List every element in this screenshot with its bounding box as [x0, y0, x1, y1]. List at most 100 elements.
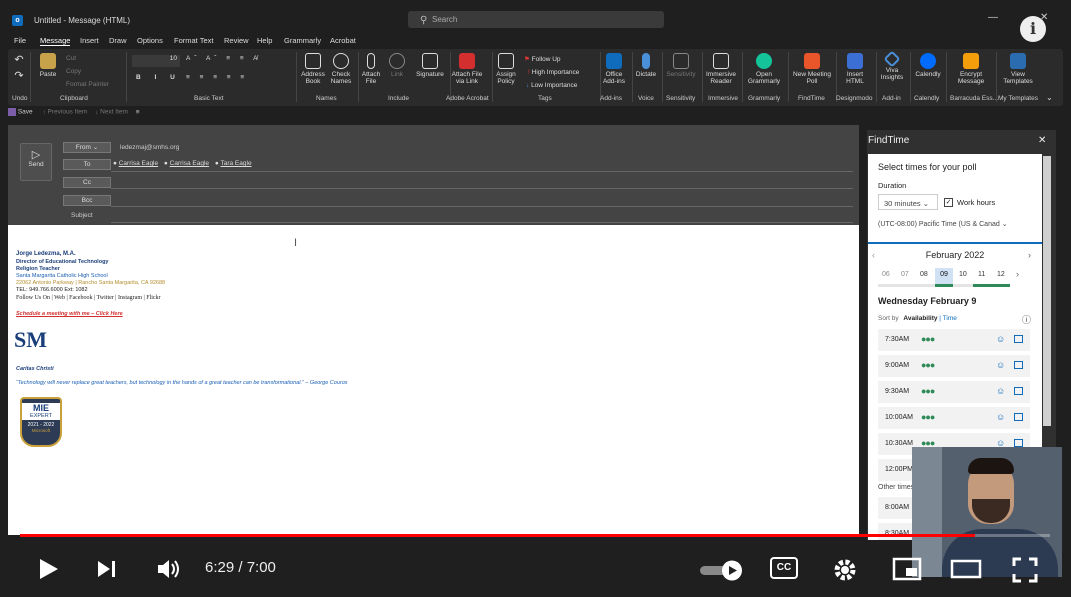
- next-icon[interactable]: [96, 559, 118, 579]
- autoplay-toggle[interactable]: [698, 559, 744, 581]
- sort-time[interactable]: Time: [943, 315, 957, 322]
- previous-item-button[interactable]: Previous Item: [48, 109, 88, 116]
- bcc-button[interactable]: Bcc: [63, 195, 111, 206]
- insert-html-button[interactable]: Insert HTML: [840, 53, 870, 85]
- menu-file[interactable]: File: [14, 36, 26, 45]
- collapse-ribbon-icon[interactable]: ⌄: [1046, 93, 1053, 102]
- sensitivity-button[interactable]: Sensitivity: [664, 53, 698, 78]
- subject-field[interactable]: [111, 222, 853, 223]
- next-item-button[interactable]: Next Item: [100, 109, 128, 116]
- follow-up-button[interactable]: ⚑ Follow Up: [524, 55, 561, 63]
- menu-review[interactable]: Review: [224, 36, 249, 45]
- attach-via-link-button[interactable]: Attach File via Link: [450, 53, 484, 85]
- miniplayer-icon[interactable]: [892, 557, 922, 581]
- check-names-button[interactable]: Check Names: [328, 53, 354, 85]
- send-button[interactable]: ▷ Send: [20, 143, 52, 181]
- menu-draw[interactable]: Draw: [109, 36, 127, 45]
- schedule-meeting-link[interactable]: Schedule a meeting with me – Click Here: [16, 311, 123, 317]
- save-button[interactable]: Save: [18, 109, 33, 116]
- search-box[interactable]: ⚲ Search: [408, 11, 664, 28]
- calendar-icon[interactable]: [1014, 361, 1023, 369]
- open-grammarly-button[interactable]: Open Grammarly: [744, 53, 784, 85]
- recipient-chip[interactable]: Tara Eagle: [220, 160, 251, 167]
- next-month-icon[interactable]: ›: [1028, 250, 1031, 260]
- fullscreen-icon[interactable]: [1012, 557, 1038, 583]
- attach-file-button[interactable]: Attach File: [360, 53, 382, 85]
- calendar-icon[interactable]: [1014, 413, 1023, 421]
- day-cell[interactable]: 07: [901, 271, 909, 278]
- calendar-icon[interactable]: [1014, 335, 1023, 343]
- day-cell-selected[interactable]: 09: [935, 268, 953, 284]
- to-button[interactable]: To: [63, 159, 111, 170]
- high-importance-button[interactable]: ! High Importance: [528, 69, 579, 76]
- menu-grammarly[interactable]: Grammarly: [284, 36, 321, 45]
- view-templates-button[interactable]: View Templates: [998, 53, 1038, 85]
- signature-follow-links[interactable]: Follow Us On | Web | Facebook | Twitter …: [16, 295, 161, 301]
- recipient-chip[interactable]: Carrisa Eagle: [119, 160, 158, 167]
- help-icon[interactable]: ⓘ: [1022, 313, 1031, 326]
- day-cell[interactable]: 11: [978, 271, 985, 278]
- address-book-button[interactable]: Address Book: [300, 53, 326, 85]
- work-hours-checkbox[interactable]: ✓: [944, 198, 953, 207]
- close-icon[interactable]: ✕: [1038, 135, 1046, 146]
- from-button[interactable]: From ⌄: [63, 142, 111, 153]
- info-icon[interactable]: i: [1020, 16, 1046, 42]
- copy-button[interactable]: Copy: [66, 68, 81, 75]
- paste-button[interactable]: Paste: [36, 53, 60, 78]
- recipient-chip[interactable]: Carrisa Eagle: [170, 160, 209, 167]
- calendar-icon[interactable]: [1014, 387, 1023, 395]
- bcc-field[interactable]: [111, 206, 853, 207]
- day-cell[interactable]: 12: [997, 271, 1005, 278]
- progress-bar[interactable]: [20, 534, 1050, 537]
- menu-message[interactable]: Message: [40, 36, 71, 46]
- volume-icon[interactable]: [156, 557, 182, 581]
- captions-button[interactable]: CC: [770, 557, 798, 579]
- font-grow-icons[interactable]: Aˆ Aˇ ≡ ≡ A̸: [186, 55, 261, 62]
- time-slot[interactable]: 7:30AM ●●● ☺: [878, 329, 1030, 351]
- calendly-button[interactable]: Calendly: [912, 53, 944, 78]
- to-recipients[interactable]: ● Carrisa Eagle ● Carrisa Eagle ● Tara E…: [113, 160, 256, 167]
- day-cell[interactable]: 08: [920, 271, 928, 278]
- theater-mode-icon[interactable]: [950, 557, 982, 581]
- menu-acrobat[interactable]: Acrobat: [330, 36, 356, 45]
- dictate-button[interactable]: Dictate: [634, 53, 658, 78]
- font-size-select[interactable]: 10: [132, 55, 180, 67]
- office-addins-button[interactable]: Office Add-ins: [600, 53, 628, 85]
- day-cell[interactable]: 10: [959, 271, 967, 278]
- cc-button[interactable]: Cc: [63, 177, 111, 188]
- message-body[interactable]: I Jorge Ledezma, M.A. Director of Educat…: [8, 225, 859, 535]
- new-meeting-poll-button[interactable]: New Meeting Poll: [790, 53, 834, 85]
- minimize-icon[interactable]: —: [988, 12, 998, 23]
- time-slot[interactable]: 9:00AM ●●● ☺: [878, 355, 1030, 377]
- sort-availability[interactable]: Availability: [903, 315, 937, 322]
- cc-field[interactable]: [111, 188, 853, 189]
- redo-icon[interactable]: ↷: [12, 69, 26, 82]
- settings-gear-icon[interactable]: [832, 557, 858, 583]
- encrypt-message-button[interactable]: Encrypt Message: [950, 53, 992, 85]
- duration-select[interactable]: 30 minutes ⌄: [878, 194, 938, 210]
- day-cell[interactable]: 06: [882, 271, 890, 278]
- calendar-icon[interactable]: [1014, 439, 1023, 447]
- menu-format-text[interactable]: Format Text: [174, 36, 213, 45]
- viva-insights-button[interactable]: Viva Insights: [878, 50, 906, 81]
- pane-scrollbar[interactable]: [1043, 156, 1051, 426]
- undo-icon[interactable]: ↶: [12, 53, 26, 66]
- alignment-icons[interactable]: ≡ ≡ ≡ ≡ ≡: [186, 74, 248, 81]
- signature-button[interactable]: Signature: [412, 53, 448, 78]
- link-button[interactable]: Link: [386, 53, 408, 78]
- menu-help[interactable]: Help: [257, 36, 272, 45]
- format-painter-button[interactable]: Format Painter: [66, 81, 109, 88]
- menu-options[interactable]: Options: [137, 36, 163, 45]
- time-slot[interactable]: 9:30AM ●●● ☺: [878, 381, 1030, 403]
- next-week-icon[interactable]: ›: [1016, 269, 1019, 279]
- assign-policy-button[interactable]: Assign Policy: [494, 53, 518, 85]
- timezone-select[interactable]: (UTC-08:00) Pacific Time (US & Canad ⌄: [878, 216, 1028, 232]
- format-bold-italic-underline[interactable]: B I U: [136, 74, 181, 81]
- menu-insert[interactable]: Insert: [80, 36, 99, 45]
- cut-button[interactable]: Cut: [66, 55, 76, 62]
- immersive-reader-button[interactable]: Immersive Reader: [704, 53, 738, 85]
- customize-icon[interactable]: ≡: [136, 109, 140, 116]
- play-icon[interactable]: [36, 557, 60, 581]
- low-importance-button[interactable]: ↓ Low Importance: [526, 82, 577, 89]
- time-slot[interactable]: 10:00AM ●●● ☺: [878, 407, 1030, 429]
